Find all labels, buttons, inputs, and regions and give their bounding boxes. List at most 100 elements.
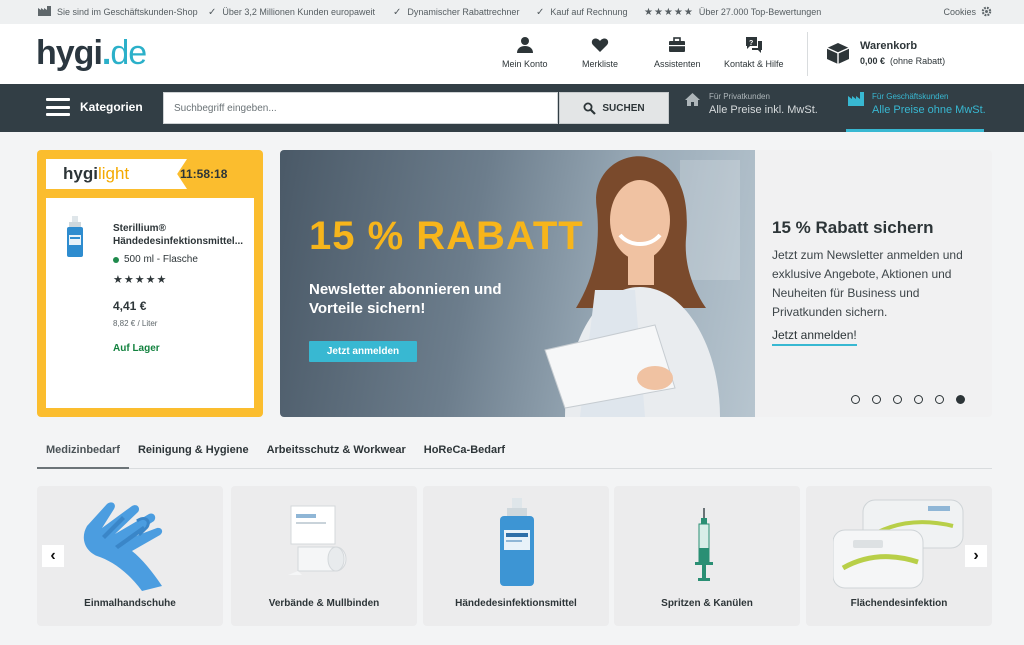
disinfectant-bottle-image xyxy=(500,498,534,586)
bandage-image xyxy=(288,505,347,575)
search-input[interactable] xyxy=(163,92,558,124)
cart-amount: 0,00 € xyxy=(860,56,886,66)
tile-spritzen-kanuelen[interactable]: Spritzen & Kanülen xyxy=(614,486,800,626)
business-customers-toggle[interactable]: Für Geschäftskunden Alle Preise ohne MwS… xyxy=(848,92,986,116)
nav-contact-label: Kontakt & Hilfe xyxy=(724,59,784,69)
hygilight-badge: hygi light xyxy=(46,159,187,189)
nav-assistants[interactable]: Assistenten xyxy=(654,36,701,69)
tile-label: Flächendesinfektion xyxy=(850,598,948,609)
tab-arbeitsschutz-workwear[interactable]: Arbeitsschutz & Workwear xyxy=(258,441,415,469)
cookies-button[interactable]: Cookies xyxy=(943,0,992,24)
carousel-dot-1[interactable] xyxy=(851,395,860,404)
cookies-label: Cookies xyxy=(943,7,976,17)
hamburger-menu-icon xyxy=(46,98,70,116)
deal-countdown-timer: 11:58:18 xyxy=(180,167,228,181)
tile-verbaende-mullbinden[interactable]: Verbände & Mullbinden xyxy=(231,486,417,626)
usp-ratings: ★★★★★ Über 27.000 Top-Bewertungen xyxy=(644,0,821,24)
banner-side-title: 15 % Rabatt sichern xyxy=(772,218,934,237)
heart-icon xyxy=(591,38,609,52)
search-button[interactable]: SUCHEN xyxy=(559,92,669,124)
active-customer-type-indicator xyxy=(846,129,984,132)
tile-label: Spritzen & Kanülen xyxy=(661,598,753,609)
business-customers-caption: Für Geschäftskunden xyxy=(872,92,949,101)
unit-price: 8,82 € / Liter xyxy=(113,319,158,328)
category-tiles: Einmalhandschuhe Verbände & Mullbinden H… xyxy=(37,486,992,626)
deal-product[interactable]: Sterillium® Händedesinfektionsmittel... … xyxy=(46,198,254,408)
carousel-dot-2[interactable] xyxy=(872,395,881,404)
factory-icon xyxy=(38,5,51,19)
cart-total: 0,00 € (ohne Rabatt) xyxy=(860,56,945,66)
product-name-line1: Sterillium® xyxy=(113,223,166,234)
rating-stars-icon: ★★★★★ xyxy=(644,6,694,18)
private-customers-label: Alle Preise inkl. MwSt. xyxy=(709,104,818,116)
banner-signup-link[interactable]: Jetzt anmelden! xyxy=(772,328,857,346)
svg-text:?: ? xyxy=(749,40,753,47)
product-name-line2: Händedesinfektionsmittel... xyxy=(113,236,244,247)
tile-haendedesinfektionsmittel[interactable]: Händedesinfektionsmittel xyxy=(423,486,609,626)
tile-label: Einmalhandschuhe xyxy=(84,598,176,609)
badge-text-a: hygi xyxy=(63,164,98,183)
carousel-dot-6-active[interactable] xyxy=(956,395,965,404)
product-price: 4,41 € xyxy=(113,299,147,313)
hygilight-deal-card[interactable]: hygi light 11:58:18 Sterillium® Händedesi… xyxy=(37,150,263,417)
chat-help-icon: ? xyxy=(745,37,762,53)
usp-customers: ✓ Über 3,2 Millionen Kunden europaweit xyxy=(208,0,375,24)
variant-label: 500 ml - Flasche xyxy=(124,254,198,265)
availability-dot-icon xyxy=(113,256,119,263)
tile-einmalhandschuhe[interactable]: Einmalhandschuhe xyxy=(37,486,223,626)
promo-banner[interactable]: 15 % RABATT Newsletter abonnieren und Vo… xyxy=(280,150,992,417)
main-header: hygi.de Mein Konto Merkliste Assistenten… xyxy=(0,24,1024,84)
header-divider xyxy=(807,32,808,76)
banner-side-description: Jetzt zum Newsletter anmelden und exklus… xyxy=(772,248,963,319)
nav-contact[interactable]: ? Kontakt & Hilfe xyxy=(724,36,784,69)
nav-wishlist-label: Merkliste xyxy=(582,59,619,69)
banner-subtitle: Newsletter abonnieren und Vorteile siche… xyxy=(309,281,502,317)
rating-stars-icon: ★★★★★ xyxy=(113,274,168,286)
logo-main: hygi xyxy=(36,34,103,72)
tiles-next-arrow-icon[interactable]: › xyxy=(965,545,987,567)
carousel-dots xyxy=(851,395,965,404)
product-name[interactable]: Sterillium® Händedesinfektionsmittel... xyxy=(113,222,251,248)
usp-invoice: ✓ Kauf auf Rechnung xyxy=(536,0,627,24)
private-customers-caption: Für Privatkunden xyxy=(709,92,770,101)
tiles-prev-arrow-icon[interactable]: ‹ xyxy=(42,545,64,567)
badge-text-b: light xyxy=(97,164,130,183)
nav-wishlist[interactable]: Merkliste xyxy=(582,36,618,69)
home-icon xyxy=(685,93,700,106)
banner-side-text: 15 % Rabatt sichern Jetzt zum Newsletter… xyxy=(772,218,982,346)
banner-title: 15 % RABATT xyxy=(309,214,584,258)
cart-button[interactable]: Warenkorb 0,00 € (ohne Rabatt) xyxy=(826,40,945,66)
stock-status: Auf Lager xyxy=(113,343,160,354)
private-customers-toggle[interactable]: Für Privatkunden Alle Preise inkl. MwSt. xyxy=(684,92,818,116)
cart-box-icon xyxy=(826,43,850,64)
carousel-dot-5[interactable] xyxy=(935,395,944,404)
tab-horeca-bedarf[interactable]: HoReCa-Bedarf xyxy=(415,441,514,469)
gloves-image xyxy=(83,502,163,591)
search-nav-bar: Kategorien SUCHEN Für Privatkunden Alle … xyxy=(0,84,1024,132)
check-icon: ✓ xyxy=(536,6,545,18)
categories-label: Kategorien xyxy=(80,100,143,114)
banner-image: 15 % RABATT Newsletter abonnieren und Vo… xyxy=(280,150,755,417)
check-icon: ✓ xyxy=(208,6,217,18)
usp-text: Kauf auf Rechnung xyxy=(550,7,628,17)
site-logo[interactable]: hygi.de xyxy=(36,34,147,73)
product-bottle-image xyxy=(67,216,83,257)
usp-text: Über 27.000 Top-Bewertungen xyxy=(698,7,822,17)
categories-menu-button[interactable]: Kategorien xyxy=(46,98,143,116)
tab-medizinbedarf[interactable]: Medizinbedarf xyxy=(37,441,129,469)
usp-discount-calculator: ✓ Dynamischer Rabattrechner xyxy=(393,0,519,24)
carousel-dot-4[interactable] xyxy=(914,395,923,404)
check-icon: ✓ xyxy=(393,6,402,18)
business-customers-label: Alle Preise ohne MwSt. xyxy=(872,104,986,116)
nav-account[interactable]: Mein Konto xyxy=(502,36,548,69)
usp-text: Über 3,2 Millionen Kunden europaweit xyxy=(222,7,375,17)
search-button-label: SUCHEN xyxy=(602,102,645,114)
carousel-dot-3[interactable] xyxy=(893,395,902,404)
tab-reinigung-hygiene[interactable]: Reinigung & Hygiene xyxy=(129,441,258,469)
usp-text: Dynamischer Rabattrechner xyxy=(407,7,520,17)
factory-icon xyxy=(848,92,864,106)
cart-title: Warenkorb xyxy=(860,40,918,52)
banner-signup-button[interactable]: Jetzt anmelden xyxy=(309,341,417,362)
nav-assistants-label: Assistenten xyxy=(654,59,701,69)
user-icon xyxy=(516,37,533,53)
